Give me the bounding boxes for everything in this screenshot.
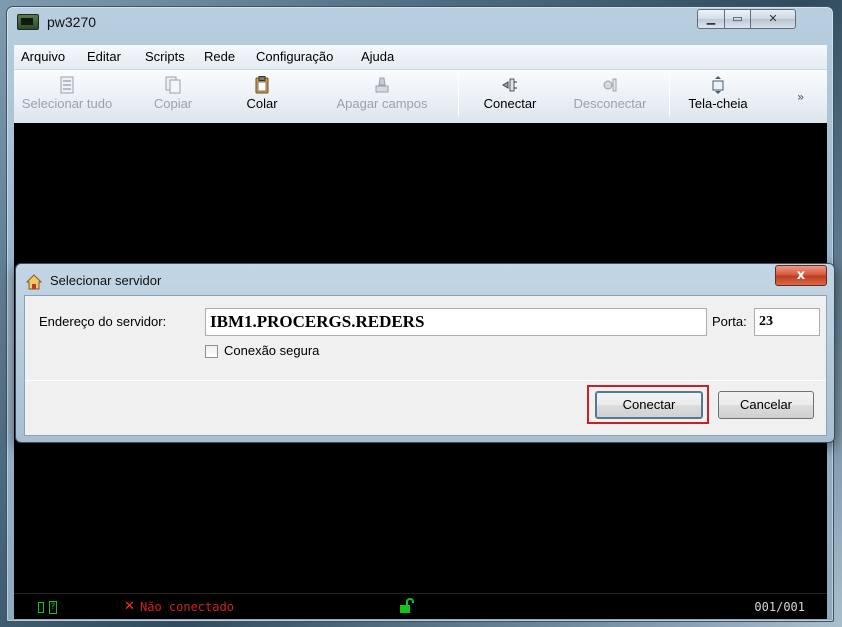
error-x-icon: ✕	[124, 599, 135, 614]
dialog-body: Endereço do servidor: IBM1.PROCERGS.REDE…	[24, 295, 827, 436]
minimize-icon: ▁	[706, 12, 716, 25]
copy-icon	[165, 76, 181, 94]
menu-arquivo[interactable]: Arquivo	[21, 49, 65, 64]
toolbar: Selecionar tudo Copiar Colar Apagar camp…	[14, 70, 827, 123]
menu-ajuda[interactable]: Ajuda	[361, 49, 394, 64]
toolbar-separator	[669, 76, 670, 116]
dialog-close-button[interactable]: x	[775, 265, 827, 286]
menu-editar[interactable]: Editar	[87, 49, 121, 64]
toolbar-separator	[458, 76, 459, 116]
select-all-icon	[60, 76, 74, 94]
status-bar: ? ✕ Não conectado 001/001	[14, 593, 827, 619]
keyboard-indicator-icon	[38, 602, 44, 613]
select-all-button[interactable]: Selecionar tudo	[14, 73, 120, 120]
paste-button[interactable]: Colar	[234, 73, 290, 120]
paste-label: Colar	[246, 96, 278, 111]
window-titlebar[interactable]: pw3270 ▁ ▭ ✕	[7, 7, 833, 37]
dialog-divider	[25, 380, 826, 381]
plug-connect-icon	[502, 78, 517, 92]
select-server-dialog: Selecionar servidor x Endereço do servid…	[15, 263, 835, 443]
connect-toolbar-button[interactable]: Conectar	[470, 73, 550, 120]
secure-connection-label[interactable]: Conexão segura	[224, 343, 319, 358]
maximize-icon: ▭	[732, 12, 743, 25]
home-icon	[26, 274, 42, 290]
connect-button[interactable]: Conectar	[595, 391, 703, 419]
copy-label: Copiar	[153, 96, 193, 111]
connection-status: Não conectado	[140, 600, 234, 614]
clear-fields-button[interactable]: Apagar campos	[317, 73, 447, 120]
disconnect-label: Desconectar	[573, 96, 647, 111]
terminal-app-icon	[17, 14, 39, 30]
fullscreen-icon	[712, 76, 724, 94]
menu-scripts[interactable]: Scripts	[145, 49, 185, 64]
clear-fields-label: Apagar campos	[336, 96, 428, 111]
eraser-icon	[375, 77, 389, 93]
menu-bar: Arquivo Editar Scripts Rede Configuração…	[14, 45, 827, 70]
select-all-label: Selecionar tudo	[21, 96, 113, 111]
unlocked-padlock-icon	[400, 598, 414, 613]
menu-rede[interactable]: Rede	[204, 49, 235, 64]
cursor-position: 001/001	[754, 600, 805, 614]
toolbar-overflow-button[interactable]: »	[797, 90, 804, 104]
dialog-title: Selecionar servidor	[50, 273, 162, 288]
maximize-button[interactable]: ▭	[724, 9, 751, 29]
server-address-input[interactable]: IBM1.PROCERGS.REDERS	[205, 308, 707, 336]
connect-toolbar-label: Conectar	[483, 96, 537, 111]
disconnect-button[interactable]: Desconectar	[558, 73, 662, 120]
paste-icon	[255, 76, 269, 94]
fullscreen-button[interactable]: Tela-cheia	[678, 73, 758, 120]
port-input[interactable]: 23	[754, 308, 820, 336]
secure-connection-checkbox[interactable]	[205, 345, 218, 358]
port-label: Porta:	[712, 314, 747, 329]
window-title: pw3270	[47, 14, 97, 30]
close-window-button[interactable]: ✕	[750, 9, 796, 29]
cancel-button[interactable]: Cancelar	[718, 391, 814, 419]
plug-disconnect-icon	[603, 78, 617, 92]
unknown-state-icon: ?	[49, 601, 57, 614]
copy-button[interactable]: Copiar	[138, 73, 208, 120]
minimize-button[interactable]: ▁	[697, 9, 725, 29]
server-address-label: Endereço do servidor:	[39, 314, 167, 329]
close-icon: ✕	[768, 12, 778, 25]
dialog-titlebar[interactable]: Selecionar servidor x	[16, 264, 834, 294]
close-icon: x	[796, 268, 806, 283]
menu-configuracao[interactable]: Configuração	[256, 49, 333, 64]
fullscreen-label: Tela-cheia	[688, 96, 748, 111]
